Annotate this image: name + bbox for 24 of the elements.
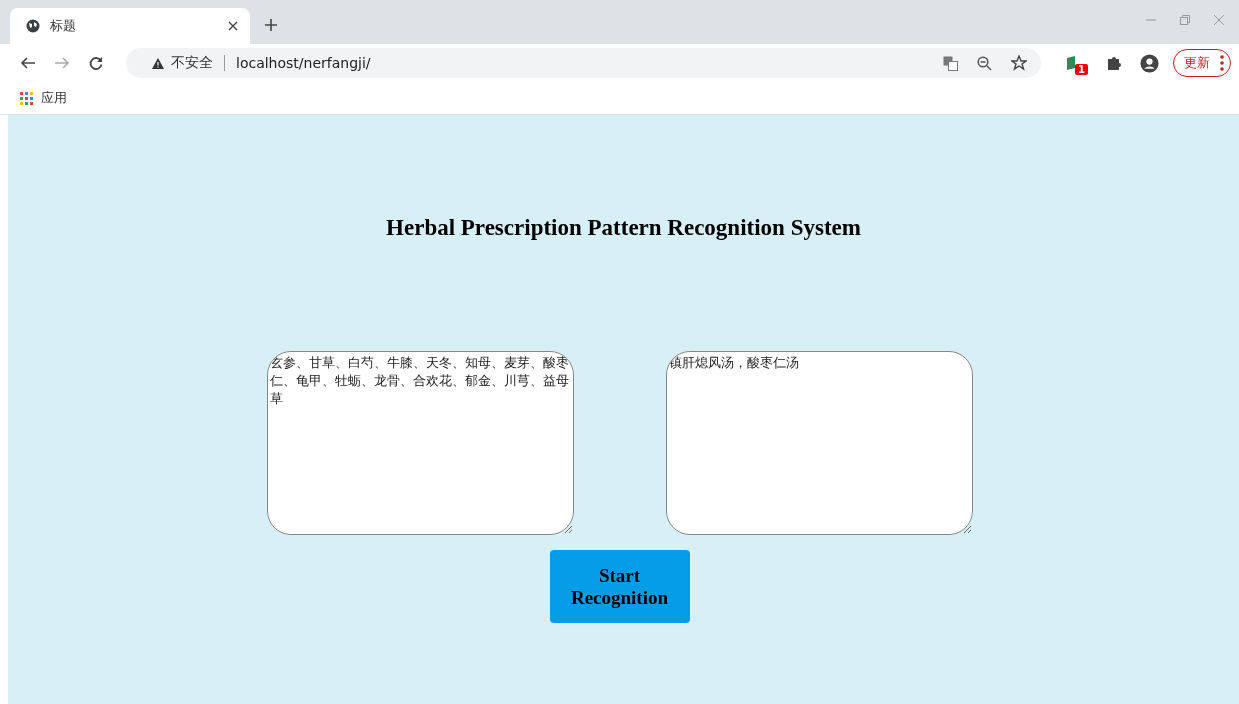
address-bar[interactable]: 不安全 localhost/nerfangji/ [126,48,1042,78]
page-heading: Herbal Prescription Pattern Recognition System [386,215,861,241]
translate-icon[interactable] [943,55,959,71]
star-icon[interactable] [1011,55,1028,71]
new-tab-icon[interactable] [264,18,278,32]
zoom-out-icon[interactable] [977,55,993,71]
notification-badge: 1 [1075,63,1088,75]
herb-input-field[interactable]: 玄参、甘草、白芍、牛膝、天冬、知母、麦芽、酸枣仁、龟甲、牡蛎、龙骨、合欢花、郁金、川芎、益母草 [266,351,574,535]
profile-icon[interactable] [1140,53,1159,73]
apps-grid-icon [20,91,33,105]
start-recognition-button[interactable]: Start Recognition [549,550,690,623]
globe-icon [26,19,40,33]
menu-dots-icon[interactable] [1220,55,1224,71]
puzzle-icon[interactable] [1106,55,1122,71]
update-button[interactable]: 更新 [1173,49,1231,77]
tab-title: 标题 [50,17,77,35]
close-icon[interactable] [228,21,238,31]
browser-tab[interactable]: 标题 [10,8,250,44]
url-text: localhost/nerfangji/ [236,55,371,71]
bookmark-item[interactable]: 应用 [20,89,67,107]
reload-icon[interactable] [88,55,104,71]
back-arrow-icon[interactable] [20,55,36,71]
security-label: 不安全 [171,54,213,72]
warning-icon [152,57,164,69]
